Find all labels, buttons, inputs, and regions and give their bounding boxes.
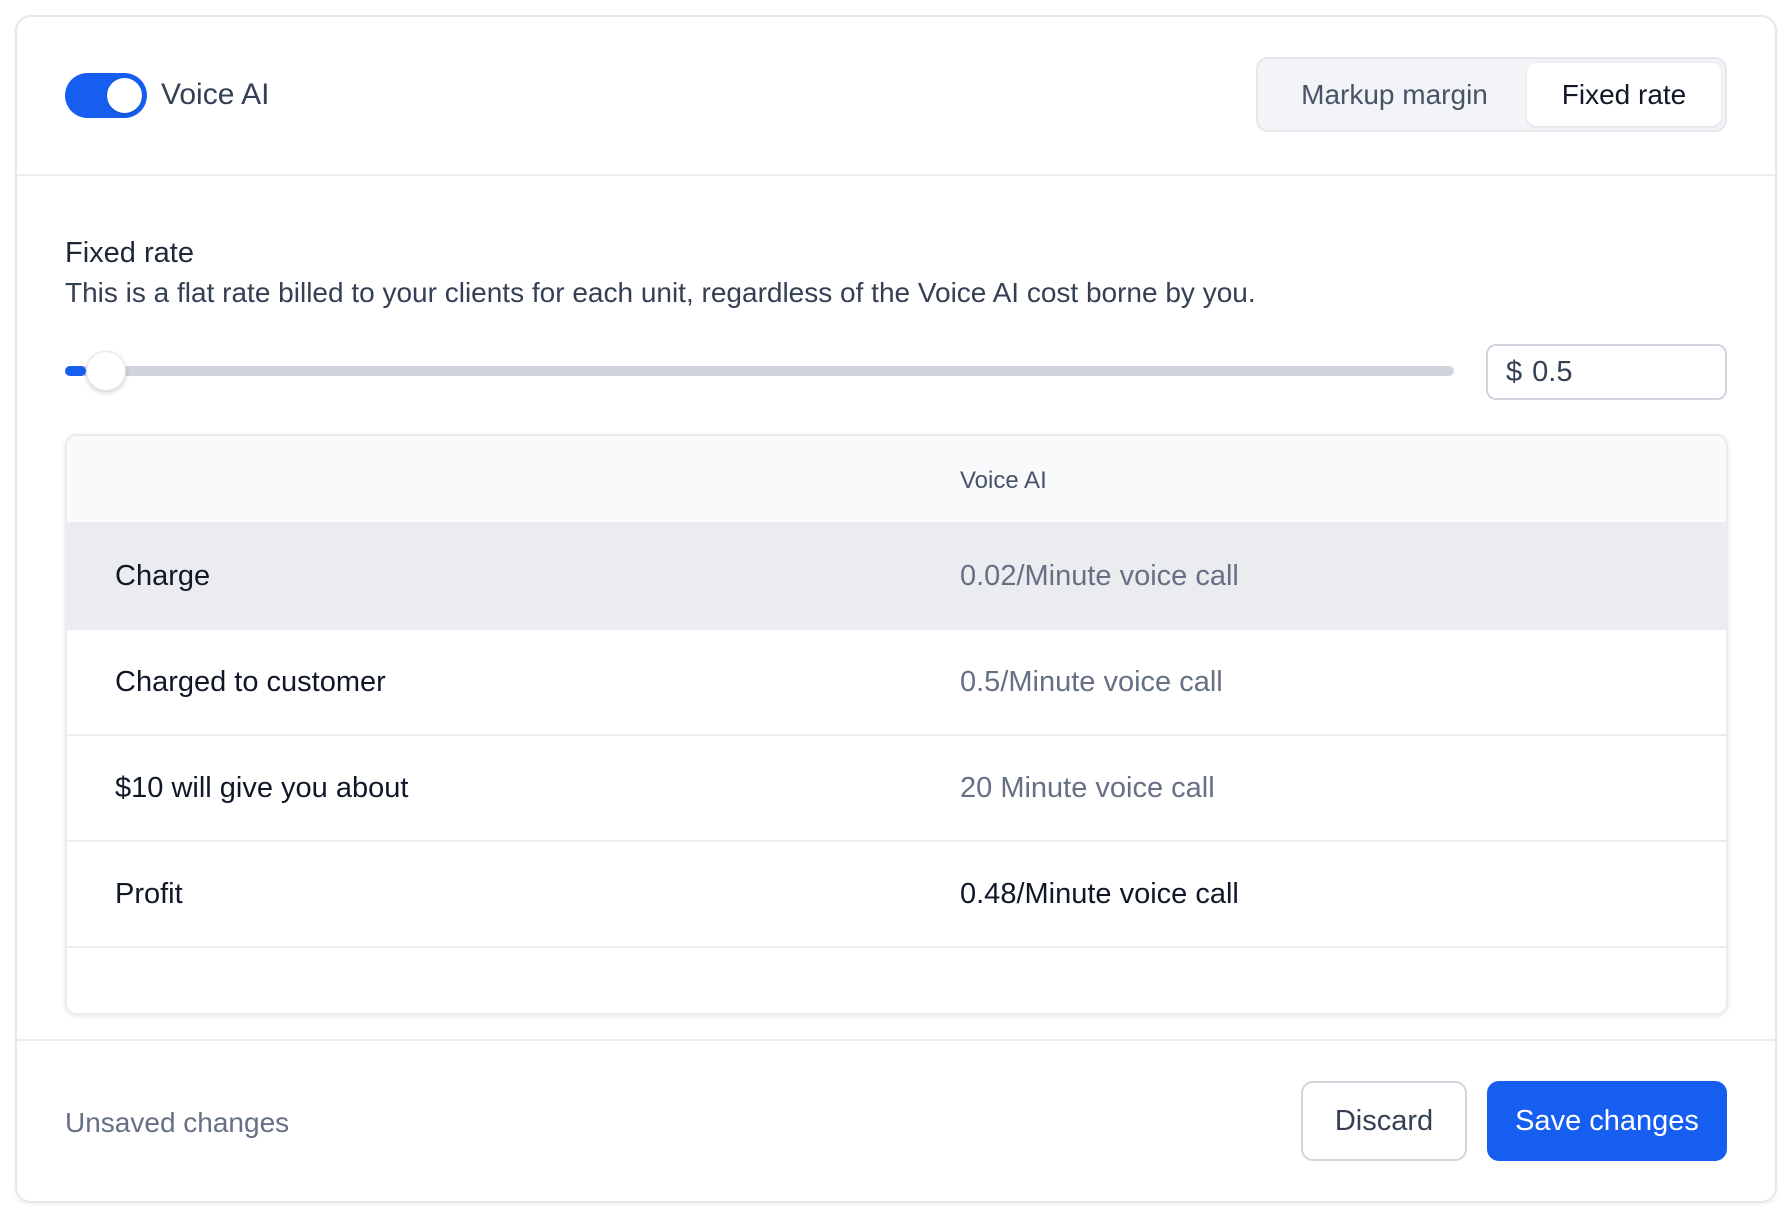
fixed-rate-input[interactable]: $ 0.5 bbox=[1486, 344, 1727, 400]
row-label: Charged to customer bbox=[115, 666, 386, 698]
voice-ai-toggle-label: Voice AI bbox=[161, 78, 270, 111]
row-label: Charge bbox=[115, 560, 211, 592]
voice-ai-pricing-card: Voice AI Markup margin Fixed rate Fixed … bbox=[15, 15, 1777, 1203]
row-value: 0.5/Minute voice call bbox=[960, 666, 1223, 698]
currency-symbol: $ bbox=[1506, 355, 1523, 388]
row-label: Profit bbox=[115, 878, 183, 910]
row-value: 20 Minute voice call bbox=[960, 772, 1215, 804]
toggle-knob bbox=[107, 78, 142, 113]
save-changes-button[interactable]: Save changes bbox=[1487, 1081, 1727, 1161]
pricing-mode-switch: Markup margin Fixed rate bbox=[1256, 57, 1727, 132]
slider-thumb[interactable] bbox=[85, 351, 126, 391]
tab-markup-margin[interactable]: Markup margin bbox=[1262, 63, 1527, 126]
card-footer: Unsaved changes Discard Save changes bbox=[17, 1039, 1775, 1203]
fixed-rate-title: Fixed rate bbox=[65, 237, 194, 269]
table-header: Voice AI bbox=[67, 436, 1726, 524]
fixed-rate-value: 0.5 bbox=[1532, 355, 1573, 388]
fixed-rate-description: This is a flat rate billed to your clien… bbox=[65, 277, 1256, 308]
slider-track bbox=[65, 366, 1454, 376]
table-row-charge: Charge 0.02/Minute voice call bbox=[67, 524, 1726, 630]
row-label: $10 will give you about bbox=[115, 772, 409, 804]
row-value: 0.02/Minute voice call bbox=[960, 560, 1239, 592]
discard-button[interactable]: Discard bbox=[1301, 1081, 1467, 1161]
tab-fixed-rate[interactable]: Fixed rate bbox=[1527, 63, 1721, 126]
table-row-ten-dollar-estimate: $10 will give you about 20 Minute voice … bbox=[67, 736, 1726, 842]
table-row-profit: Profit 0.48/Minute voice call bbox=[67, 842, 1726, 948]
table-row-charged-to-customer: Charged to customer 0.5/Minute voice cal… bbox=[67, 630, 1726, 736]
voice-ai-toggle[interactable] bbox=[65, 73, 147, 118]
unsaved-changes-status: Unsaved changes bbox=[65, 1107, 290, 1138]
fixed-rate-slider[interactable] bbox=[65, 351, 1454, 391]
card-header: Voice AI Markup margin Fixed rate bbox=[17, 17, 1775, 176]
pricing-table: Voice AI Charge 0.02/Minute voice call C… bbox=[65, 434, 1728, 1015]
row-value: 0.48/Minute voice call bbox=[960, 878, 1239, 910]
column-header-voice-ai: Voice AI bbox=[960, 467, 1047, 494]
slider-fill bbox=[65, 366, 86, 376]
